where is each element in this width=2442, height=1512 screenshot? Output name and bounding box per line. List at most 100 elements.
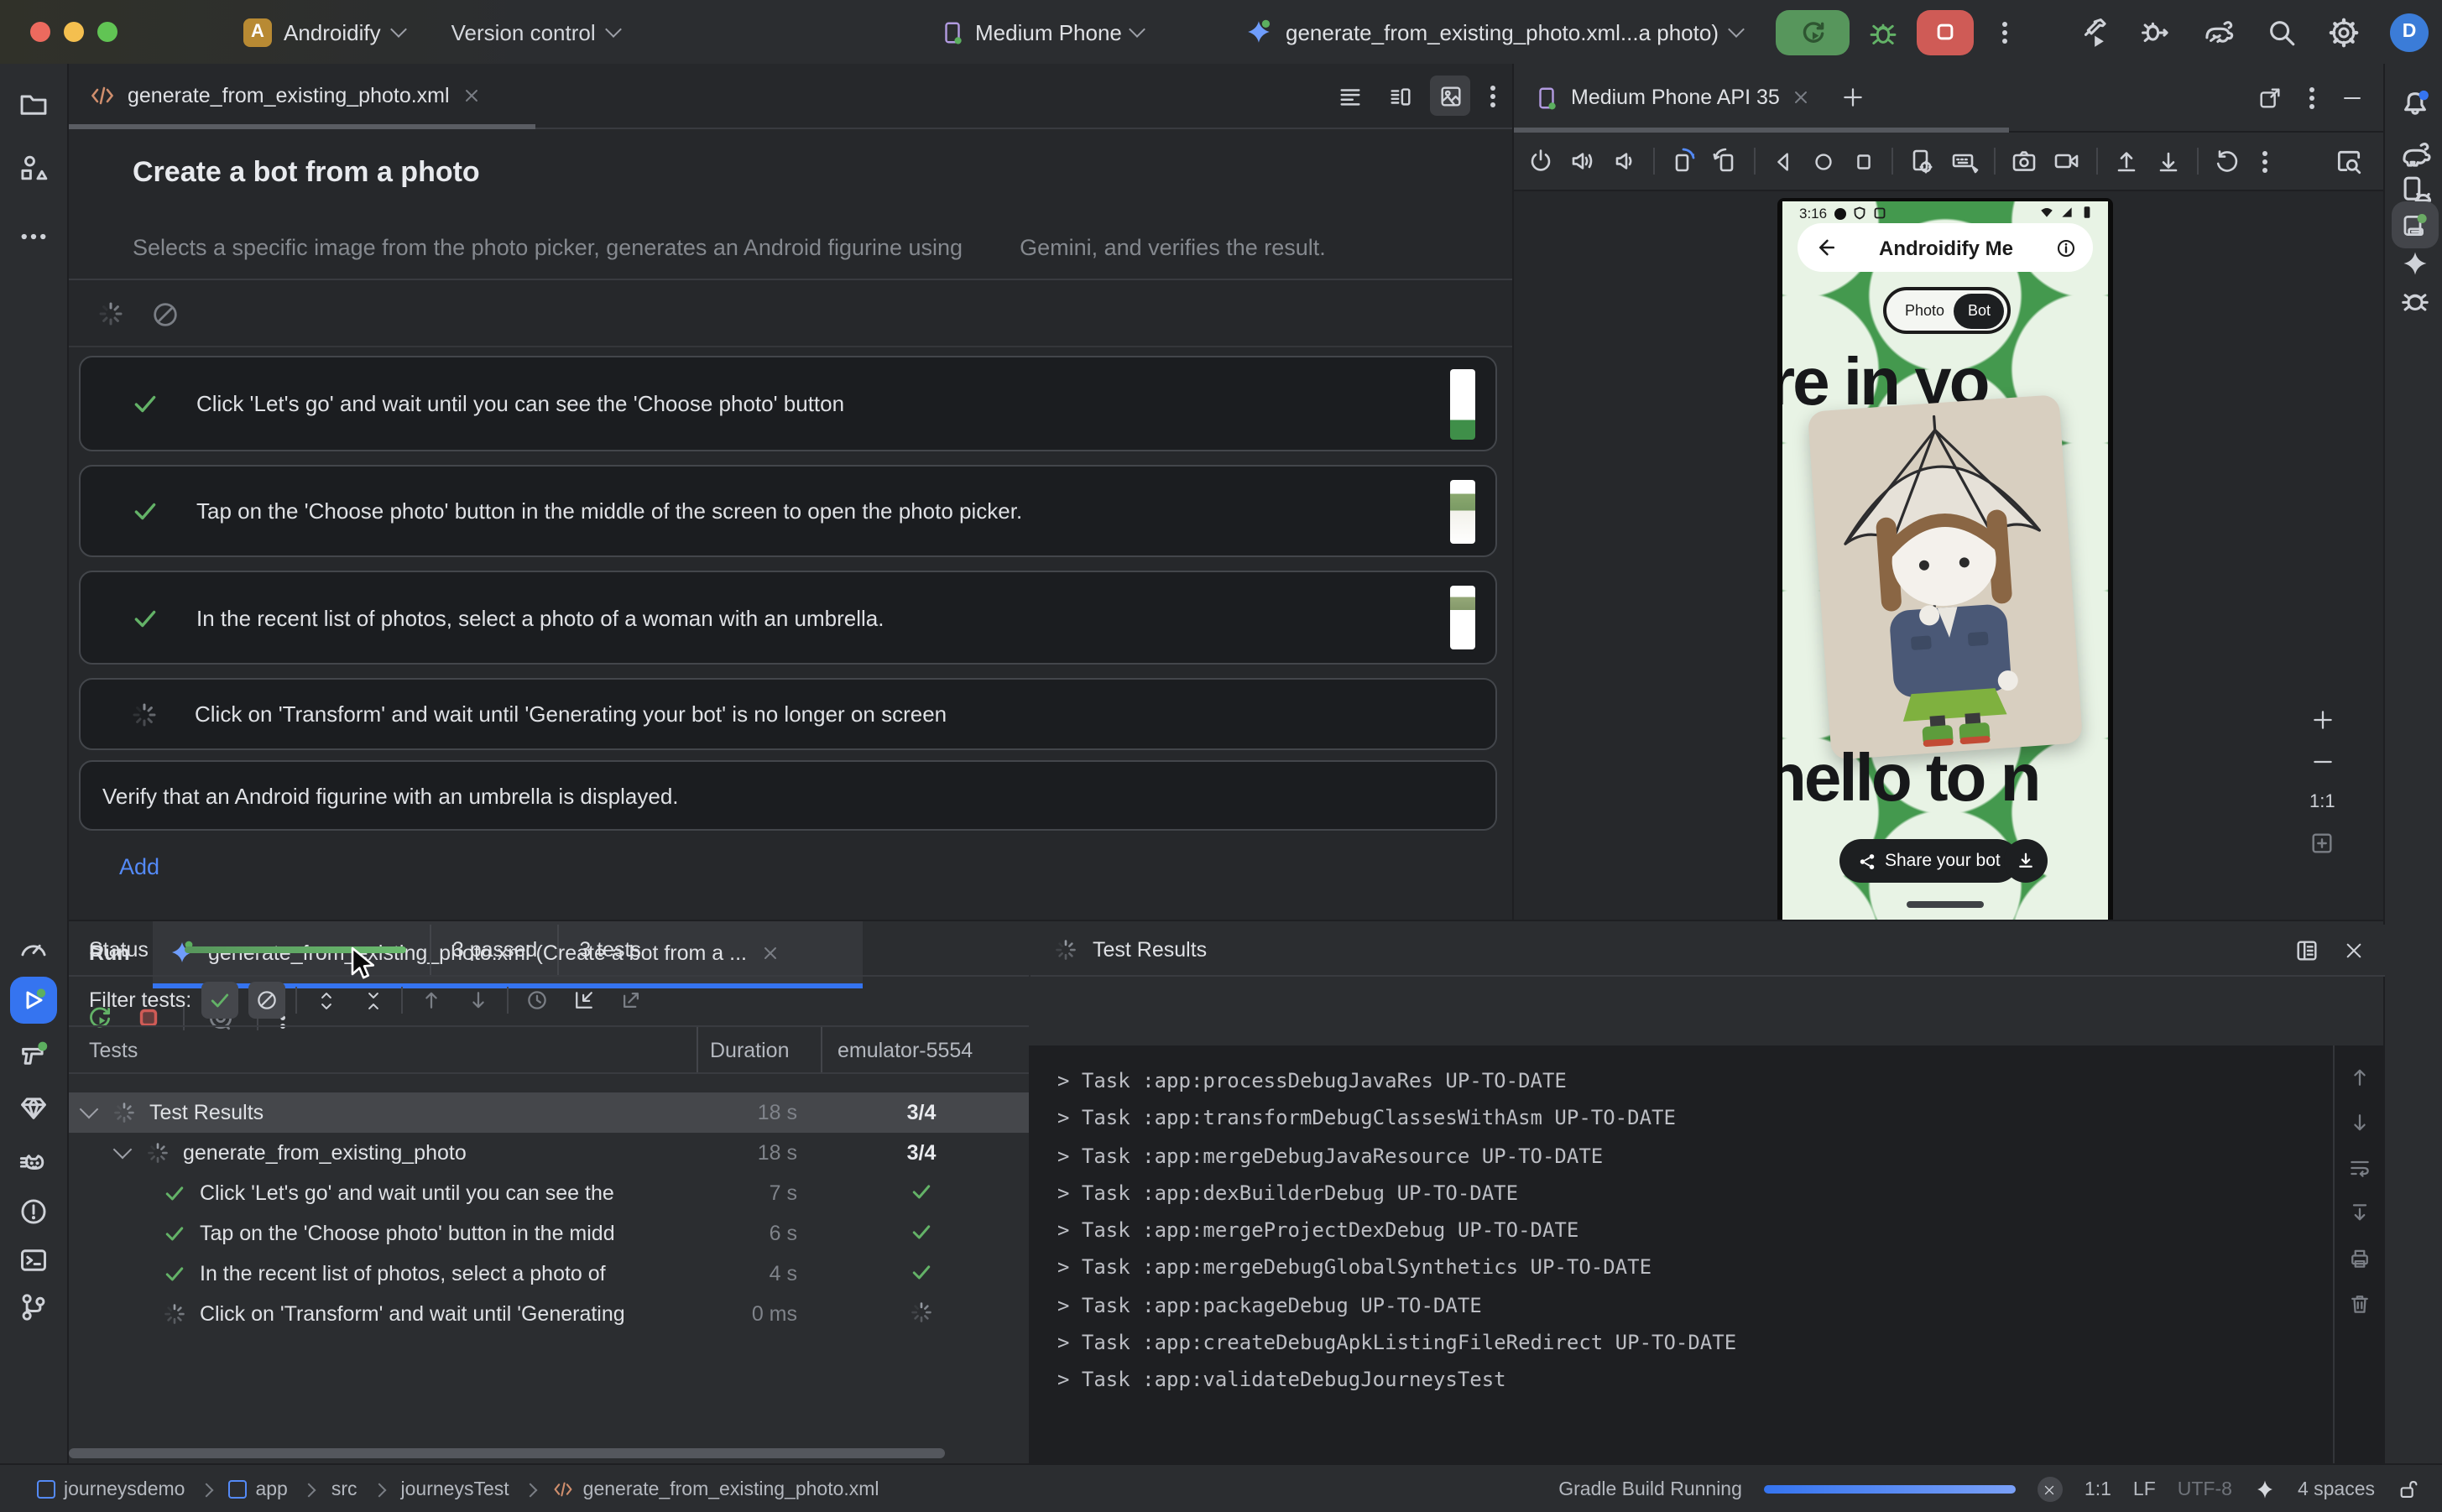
cancel-run-icon[interactable] [151,300,180,328]
view-mode-split-icon[interactable] [1380,76,1420,116]
unlock-icon[interactable] [2397,1478,2419,1500]
journey-description[interactable]: Selects a specific image from the photo … [133,235,1458,260]
build-tool-icon[interactable] [18,1039,49,1069]
test-row-selected[interactable]: Test Results 18 s 3/4 [69,1092,1029,1133]
soft-wrap-icon[interactable] [2347,1156,2371,1180]
zoom-level-label[interactable]: 1:1 [2309,792,2335,812]
more-actions-menu[interactable] [2002,29,2007,34]
gradle-tool-icon[interactable] [2398,138,2430,170]
attach-debugger-icon[interactable] [2140,16,2172,48]
journey-step-card[interactable]: Click 'Let's go' and wait until you can … [79,356,1497,451]
console-title[interactable]: Test Results [1093,938,1207,962]
toggle-photo-label[interactable]: Photo [1905,302,1944,319]
breadcrumb-folder[interactable]: journeysTest [401,1479,509,1499]
project-tool-icon[interactable] [18,89,49,119]
export-tests-icon[interactable] [613,982,650,1019]
next-failed-icon[interactable] [460,982,497,1019]
new-tab-plus-icon[interactable] [1842,86,1865,109]
project-widget[interactable]: A Androidify [243,18,404,46]
editor-options-menu[interactable] [1490,93,1495,98]
emulator-tab[interactable]: Medium Phone API 35 [1514,64,1832,131]
git-tool-icon[interactable] [18,1292,49,1322]
scroll-to-end-icon[interactable] [2347,1202,2371,1225]
zoom-in-icon[interactable] [2310,708,2334,732]
gradle-sync-icon[interactable] [2202,16,2236,48]
search-everywhere-icon[interactable] [2266,16,2298,48]
back-arrow-icon[interactable] [1814,237,1836,258]
scroll-down-icon[interactable] [2347,1111,2371,1134]
build-run-icon[interactable] [2078,16,2110,48]
emulator-screen[interactable]: 3:16 Androidify Me Photo Bot [1782,201,2108,920]
test-row[interactable]: In the recent list of photos, select a p… [69,1254,1029,1294]
volume-down-icon[interactable] [1611,148,1638,175]
download-bot-button[interactable] [2004,839,2048,883]
column-tests[interactable]: Tests [89,1038,138,1061]
breadcrumb-file[interactable]: generate_from_existing_photo.xml [553,1478,879,1500]
running-devices-tool-icon-selected[interactable] [2391,201,2438,248]
show-passed-filter[interactable] [201,982,238,1019]
more-tools-icon[interactable] [18,222,49,252]
journey-step-card[interactable]: Verify that an Android figurine with an … [79,760,1497,831]
close-icon[interactable] [2343,939,2365,961]
photo-bot-toggle[interactable]: Photo Bot [1883,287,2011,334]
console-layout-icon[interactable] [2294,937,2319,962]
step-screenshot-thumbnail[interactable] [1450,368,1475,439]
import-tests-icon[interactable] [566,982,603,1019]
settings-gear-icon[interactable] [2328,16,2360,48]
clear-console-trash-icon[interactable] [2347,1292,2371,1316]
caret-position[interactable]: 1:1 [2085,1479,2111,1499]
expand-all-icon[interactable] [307,982,344,1019]
expander-icon[interactable] [113,1140,133,1160]
previous-failed-icon[interactable] [413,982,450,1019]
zoom-out-icon[interactable] [2310,750,2334,774]
terminal-tool-icon[interactable] [18,1245,49,1275]
navigation-handle[interactable] [1907,901,1984,908]
profiler-tool-icon[interactable] [18,933,49,963]
breadcrumb-module[interactable]: journeysdemo [37,1479,185,1499]
android-back-icon[interactable] [1771,149,1796,174]
power-icon[interactable] [1527,148,1554,175]
indent-setting[interactable]: 4 spaces [2298,1479,2375,1499]
logcat-tool-icon[interactable] [18,1146,49,1176]
run-configuration[interactable]: generate_from_existing_photo.xml...a pho… [1245,0,1742,64]
upload-icon[interactable] [2113,148,2140,175]
gemini-tool-icon[interactable] [2399,248,2429,279]
rotate-right-icon[interactable] [1712,148,1739,175]
close-icon[interactable] [1792,87,1812,107]
journey-step-card[interactable]: In the recent list of photos, select a p… [79,571,1497,665]
download-icon[interactable] [2155,148,2182,175]
fit-to-window-icon[interactable] [2309,831,2335,856]
journey-step-card[interactable]: Click on 'Transform' and wait until 'Gen… [79,678,1497,750]
ai-sparkle-icon[interactable] [2254,1478,2276,1500]
test-row[interactable]: Tap on the 'Choose photo' button in the … [69,1213,1029,1254]
screen-record-icon[interactable] [2053,148,2081,175]
journey-step-card[interactable]: Tap on the 'Choose photo' button in the … [79,465,1497,557]
problems-tool-icon[interactable] [18,1197,49,1227]
open-in-window-icon[interactable] [2257,85,2283,110]
device-settings-icon[interactable] [1908,148,1935,175]
test-row[interactable]: Click 'Let's go' and wait until you can … [69,1173,1029,1213]
aqi-bug-tool-icon[interactable] [2398,284,2430,316]
android-home-icon[interactable] [1811,149,1836,174]
screen-search-icon[interactable] [2335,147,2363,175]
emulator-options-menu[interactable] [2309,95,2314,100]
emulator-more-menu[interactable] [2262,159,2267,164]
debug-button[interactable] [1868,17,1898,47]
window-minimize-button[interactable] [64,22,84,42]
restore-snapshot-icon[interactable] [2214,148,2241,175]
input-keyboard-icon[interactable] [1950,148,1979,175]
horizontal-scrollbar[interactable] [69,1448,945,1458]
rotate-left-icon[interactable] [1670,148,1697,175]
info-icon[interactable] [2056,237,2076,258]
android-overview-icon[interactable] [1851,149,1876,174]
volume-up-icon[interactable] [1569,148,1596,175]
test-history-clock-icon[interactable] [519,982,556,1019]
print-icon[interactable] [2347,1247,2371,1270]
window-close-button[interactable] [30,22,50,42]
cancel-build-button[interactable] [2038,1477,2063,1502]
column-device[interactable]: emulator-5554 [837,1038,973,1061]
view-mode-design-icon[interactable] [1430,76,1470,116]
device-selector[interactable]: Medium Phone [940,0,1144,64]
structure-tool-icon[interactable] [18,153,49,183]
test-row[interactable]: Click on 'Transform' and wait until 'Gen… [69,1294,1029,1334]
